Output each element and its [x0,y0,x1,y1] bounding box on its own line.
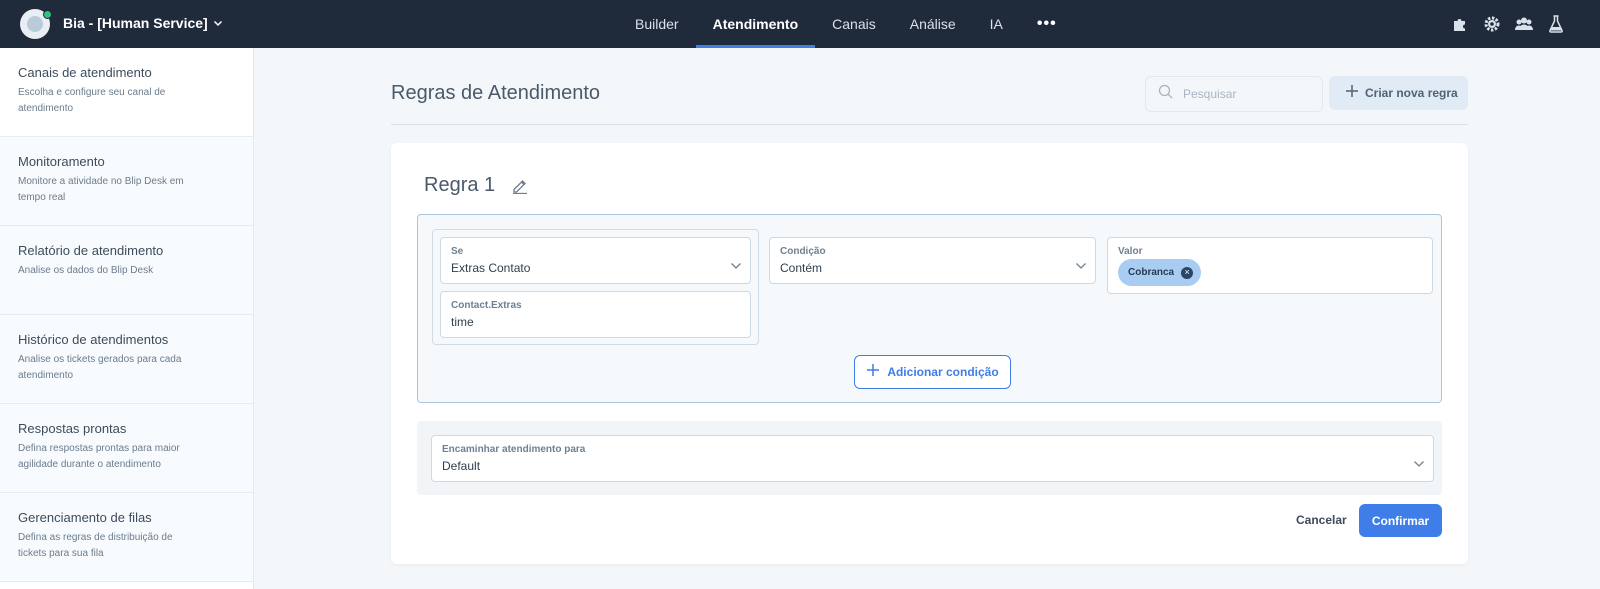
more-icon[interactable]: ••• [1020,0,1074,48]
se-label: Se [451,246,464,257]
sidebar-item-desc: Defina as regras de distribuição de tick… [18,532,173,559]
cancel-button[interactable]: Cancelar [1296,513,1347,527]
search-placeholder: Pesquisar [1183,87,1237,101]
condicao-value: Contém [780,261,823,275]
chevron-down-icon [1075,257,1087,275]
sidebar-item-desc: Analise os tickets gerados para cada ate… [18,354,182,381]
add-condition-label: Adicionar condição [887,365,999,379]
value-chip[interactable]: Cobranca × [1118,259,1202,286]
rule-name: Regra 1 [424,174,496,196]
sidebar-item-title: Monitoramento [18,154,105,169]
top-icons [1450,14,1566,34]
sidebar-item-desc: Defina respostas prontas para maior agil… [18,443,180,470]
sidebar-item-title: Respostas prontas [18,421,127,436]
sidebar-item-filas[interactable]: Gerenciamento de filas Defina as regras … [0,493,253,582]
puzzle-icon[interactable] [1450,14,1470,34]
condicao-select[interactable]: Condição Contém [769,237,1096,284]
plus-icon [866,363,880,382]
sidebar-item-canais[interactable]: Canais de atendimento Escolha e configur… [0,48,253,137]
contact-extras-field[interactable]: Contact.Extras time [440,291,751,338]
sidebar-item-title: Relatório de atendimento [18,243,164,258]
sidebar-item-desc: Analise os dados do Blip Desk [18,265,154,276]
add-condition-button[interactable]: Adicionar condição [854,355,1011,389]
nav-canais[interactable]: Canais [815,0,893,48]
close-icon[interactable]: × [1181,266,1194,279]
create-rule-label: Criar nova regra [1365,86,1458,100]
gear-icon[interactable] [1482,14,1502,34]
forward-select[interactable]: Encaminhar atendimento para Default [431,435,1434,482]
divider [391,124,1468,125]
valor-field[interactable]: Valor Cobranca × [1107,237,1433,294]
sidebar-item-monitoramento[interactable]: Monitoramento Monitore a atividade no Bl… [0,137,253,226]
page-title: Regras de Atendimento [391,82,601,104]
sidebar-item-title: Canais de atendimento [18,65,152,80]
forward-value: Default [442,459,481,473]
chevron-down-icon [730,257,742,275]
se-select[interactable]: Se Extras Contato [440,237,751,284]
sidebar-item-title: Gerenciamento de filas [18,510,152,525]
create-rule-button[interactable]: Criar nova regra [1329,76,1468,110]
sidebar-item-respostas[interactable]: Respostas prontas Defina respostas pront… [0,404,253,493]
bot-name-label: Bia - [Human Service] [63,15,208,31]
contact-extras-label: Contact.Extras [451,300,522,311]
value-chip-label: Cobranca [1128,267,1175,278]
flask-icon[interactable] [1546,14,1566,34]
bot-selector[interactable]: Bia - [Human Service] [63,15,223,31]
search-icon [1158,84,1173,104]
top-bar: Bia - [Human Service] Builder Atendiment… [0,0,1600,48]
pencil-icon[interactable] [511,176,529,199]
sidebar-item-desc: Escolha e configure seu canal de atendim… [18,87,166,114]
chevron-down-icon [213,15,223,31]
chevron-down-icon [1413,455,1425,473]
se-value: Extras Contato [451,261,531,275]
plus-icon [1345,84,1359,103]
forward-label: Encaminhar atendimento para [442,444,586,455]
sidebar-item-desc: Monitore a atividade no Blip Desk em tem… [18,176,184,203]
confirm-button[interactable]: Confirmar [1359,504,1442,537]
valor-label: Valor [1118,246,1143,257]
search-input[interactable]: Pesquisar [1145,76,1323,112]
sidebar-item-historico[interactable]: Histórico de atendimentos Analise os tic… [0,315,253,404]
sidebar-item-title: Histórico de atendimentos [18,332,169,347]
users-icon[interactable] [1514,14,1534,34]
nav-analise[interactable]: Análise [893,0,973,48]
online-status-dot [43,10,52,19]
main-nav: Builder Atendimento Canais Análise IA ••… [618,0,1074,48]
nav-atendimento[interactable]: Atendimento [695,0,816,48]
nav-builder[interactable]: Builder [618,0,696,48]
sidebar: Canais de atendimento Escolha e configur… [0,48,254,589]
nav-ia[interactable]: IA [973,0,1020,48]
contact-extras-value: time [451,315,474,329]
condicao-label: Condição [780,246,826,257]
sidebar-item-relatorio[interactable]: Relatório de atendimento Analise os dado… [0,226,253,315]
